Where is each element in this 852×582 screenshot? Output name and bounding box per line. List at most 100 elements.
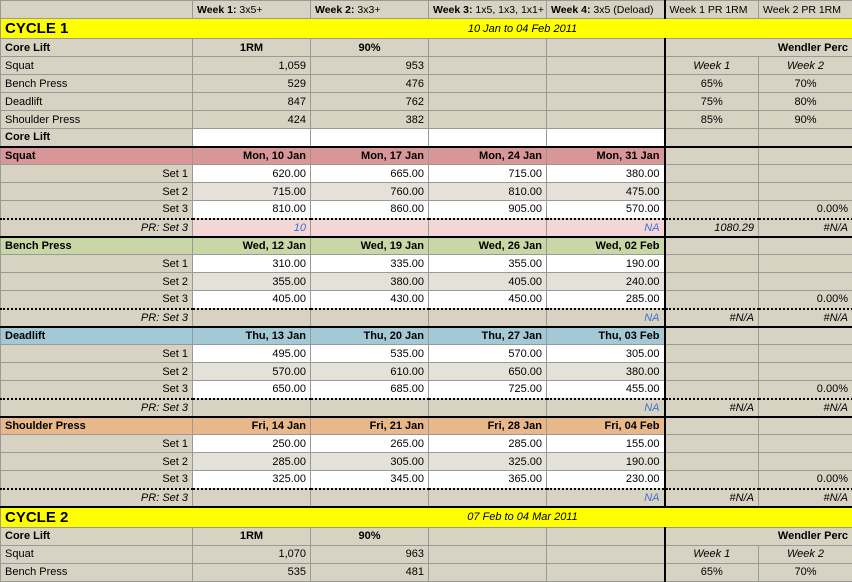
set-label: Set 2 (1, 363, 193, 381)
set-value[interactable]: 685.00 (311, 381, 429, 399)
set-value[interactable]: 535.00 (311, 345, 429, 363)
pr-week2: #N/A (759, 489, 852, 507)
pr-v1[interactable] (193, 309, 311, 327)
set-pr2 (759, 363, 852, 381)
set-value[interactable]: 285.00 (547, 291, 665, 309)
set-value[interactable]: 570.00 (193, 363, 311, 381)
pr-v4[interactable]: NA (547, 399, 665, 417)
set-label: Set 1 (1, 255, 193, 273)
set-value[interactable]: 155.00 (547, 435, 665, 453)
cycle1-dates: 10 Jan to 04 Feb 2011 (193, 19, 852, 39)
set-value[interactable]: 285.00 (429, 435, 547, 453)
set-value[interactable]: 725.00 (429, 381, 547, 399)
header-weeks: Week 1: 3x5+ Week 2: 3x3+ Week 3: 1x5, 1… (1, 1, 852, 19)
set-pr2 (759, 273, 852, 291)
pr-v4[interactable]: NA (547, 489, 665, 507)
set-value[interactable]: 325.00 (193, 471, 311, 489)
set-value[interactable]: 240.00 (547, 273, 665, 291)
set-value[interactable]: 650.00 (429, 363, 547, 381)
pr-v4[interactable]: NA (547, 219, 665, 237)
set-value[interactable]: 310.00 (193, 255, 311, 273)
cycle1-lift-deadlift: Deadlift 847 762 75% 80% (1, 93, 852, 111)
set-value[interactable]: 495.00 (193, 345, 311, 363)
set-row: Set 1495.00535.00570.00305.00 (1, 345, 852, 363)
set-value[interactable]: 650.00 (193, 381, 311, 399)
set-pr2: 0.00% (759, 471, 852, 489)
set-value[interactable]: 190.00 (547, 255, 665, 273)
pr-week1: 1080.29 (665, 219, 759, 237)
pr-week2: #N/A (759, 399, 852, 417)
set-row: Set 1310.00335.00355.00190.00 (1, 255, 852, 273)
set-label: Set 3 (1, 201, 193, 219)
set-label: Set 2 (1, 453, 193, 471)
set-value[interactable]: 455.00 (547, 381, 665, 399)
pr-v1[interactable] (193, 399, 311, 417)
set-value[interactable]: 250.00 (193, 435, 311, 453)
set-row: Set 3325.00345.00365.00230.000.00% (1, 471, 852, 489)
set-pr2 (759, 255, 852, 273)
exercise-date: Mon, 17 Jan (311, 147, 429, 165)
set-value[interactable]: 610.00 (311, 363, 429, 381)
exercise-date: Mon, 10 Jan (193, 147, 311, 165)
set-pr2 (759, 165, 852, 183)
set-pr2: 0.00% (759, 381, 852, 399)
set-value[interactable]: 405.00 (193, 291, 311, 309)
set-row: Set 2570.00610.00650.00380.00 (1, 363, 852, 381)
set-value[interactable]: 380.00 (547, 165, 665, 183)
set-value[interactable]: 335.00 (311, 255, 429, 273)
set-value[interactable]: 570.00 (429, 345, 547, 363)
pr-week1: #N/A (665, 489, 759, 507)
set-value[interactable]: 430.00 (311, 291, 429, 309)
set-value[interactable]: 285.00 (193, 453, 311, 471)
set-value[interactable]: 715.00 (429, 165, 547, 183)
set-value[interactable]: 365.00 (429, 471, 547, 489)
set-value[interactable]: 760.00 (311, 183, 429, 201)
set-pr2: 0.00% (759, 201, 852, 219)
set-value[interactable]: 305.00 (547, 345, 665, 363)
set-value[interactable]: 355.00 (193, 273, 311, 291)
pr-v1[interactable]: 10 (193, 219, 311, 237)
pr-v1[interactable] (193, 489, 311, 507)
exercise-date: Thu, 03 Feb (547, 327, 665, 345)
set-value[interactable]: 355.00 (429, 255, 547, 273)
cycle2-lift-bench: Bench Press 535 481 65% 70% (1, 563, 852, 581)
pr-row: PR: Set 310NA1080.29#N/A (1, 219, 852, 237)
pr-label: PR: Set 3 (1, 489, 193, 507)
set-value[interactable]: 305.00 (311, 453, 429, 471)
set-value[interactable]: 380.00 (547, 363, 665, 381)
set-value[interactable]: 380.00 (311, 273, 429, 291)
cycle1-title-row: CYCLE 1 10 Jan to 04 Feb 2011 (1, 19, 852, 39)
set-value[interactable]: 345.00 (311, 471, 429, 489)
set-value[interactable]: 810.00 (193, 201, 311, 219)
week4-label: Week 4: (551, 4, 591, 16)
pr-v4[interactable]: NA (547, 309, 665, 327)
exercise-name: Deadlift (1, 327, 193, 345)
set-value[interactable]: 265.00 (311, 435, 429, 453)
set-value[interactable]: 190.00 (547, 453, 665, 471)
exercise-header: SquatMon, 10 JanMon, 17 JanMon, 24 JanMo… (1, 147, 852, 165)
exercise-name: Squat (1, 147, 193, 165)
set-value[interactable]: 620.00 (193, 165, 311, 183)
cycle1-corelift-blank: Core Lift (1, 129, 852, 147)
set-value[interactable]: 230.00 (547, 471, 665, 489)
pr1-header: Week 1 PR 1RM (665, 1, 759, 19)
pr-week1: #N/A (665, 309, 759, 327)
set-row: Set 2715.00760.00810.00475.00 (1, 183, 852, 201)
set-value[interactable]: 860.00 (311, 201, 429, 219)
set-value[interactable]: 405.00 (429, 273, 547, 291)
set-row: Set 2285.00305.00325.00190.00 (1, 453, 852, 471)
exercise-date: Wed, 12 Jan (193, 237, 311, 255)
pr-label: PR: Set 3 (1, 309, 193, 327)
set-value[interactable]: 810.00 (429, 183, 547, 201)
set-label: Set 2 (1, 183, 193, 201)
pr-row: PR: Set 3NA#N/A#N/A (1, 399, 852, 417)
set-value[interactable]: 665.00 (311, 165, 429, 183)
set-value[interactable]: 715.00 (193, 183, 311, 201)
set-value[interactable]: 325.00 (429, 453, 547, 471)
set-value[interactable]: 450.00 (429, 291, 547, 309)
set-value[interactable]: 475.00 (547, 183, 665, 201)
set-value[interactable]: 905.00 (429, 201, 547, 219)
set-label: Set 3 (1, 381, 193, 399)
pr-week2: #N/A (759, 309, 852, 327)
set-value[interactable]: 570.00 (547, 201, 665, 219)
